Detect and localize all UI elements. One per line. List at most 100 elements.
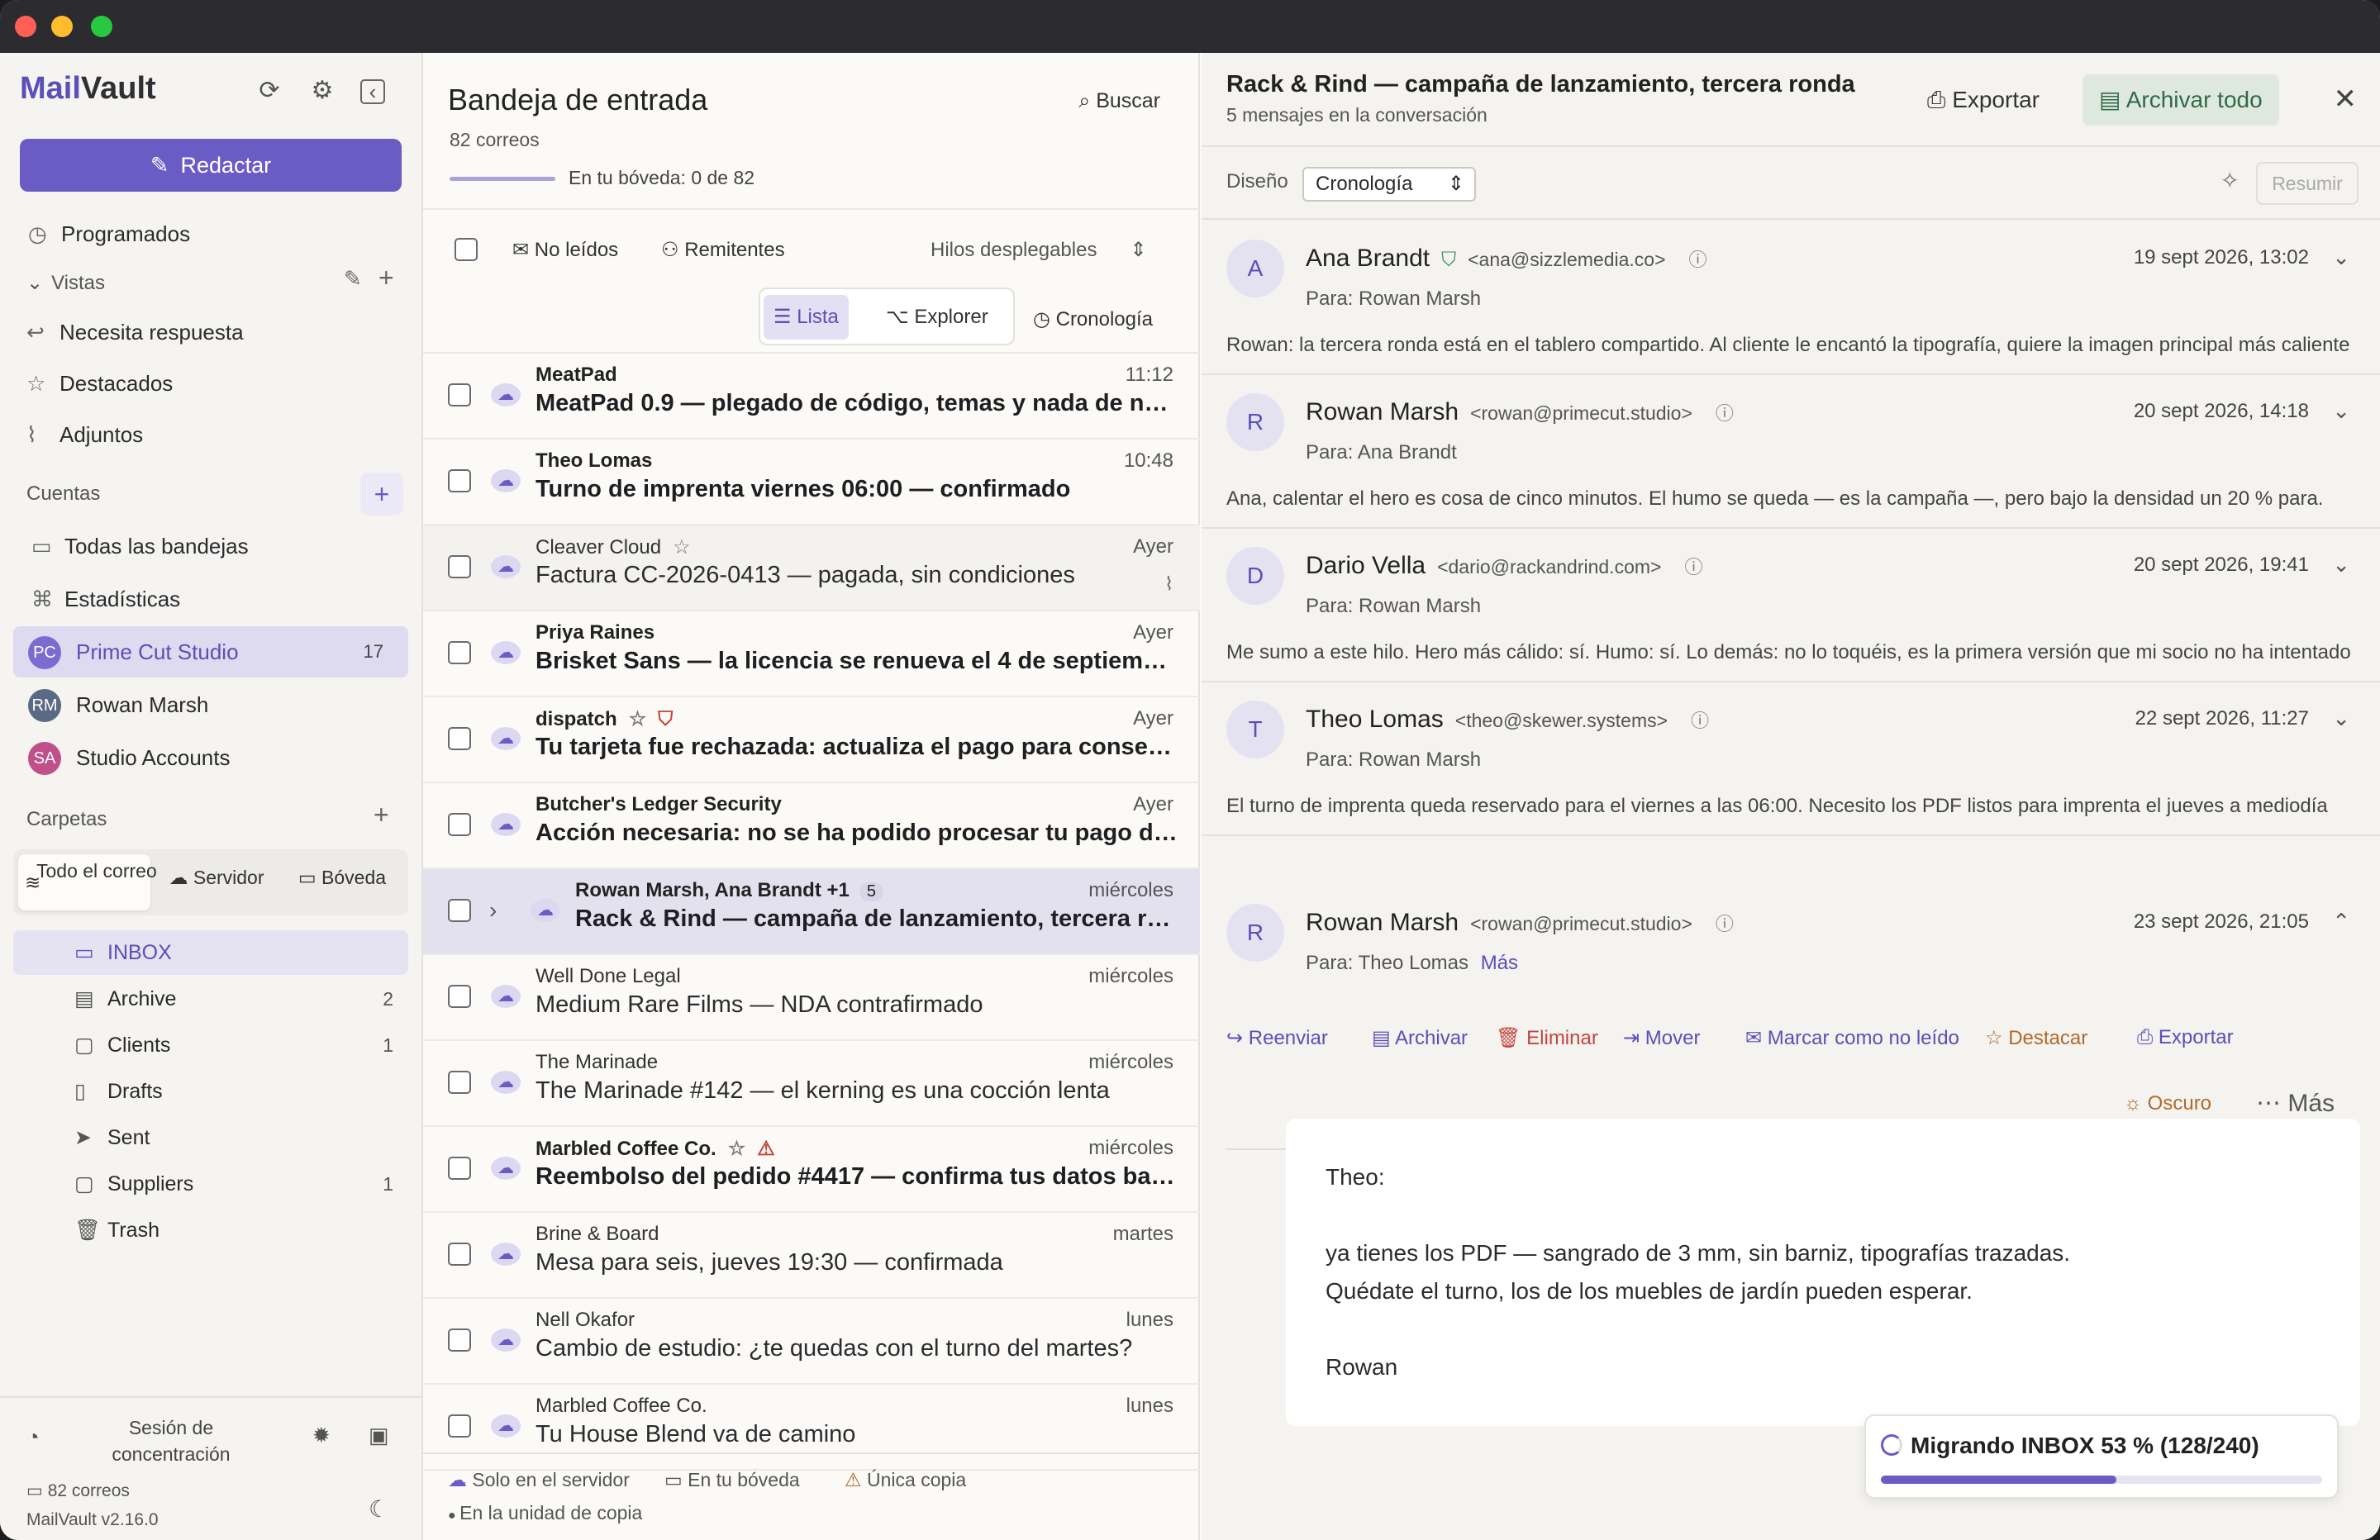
close-icon[interactable]: ✕ — [2334, 83, 2358, 116]
star-icon[interactable]: ☆ — [673, 536, 691, 558]
export-button[interactable]: ⎙ Exportar — [1911, 74, 2056, 126]
close-window-button[interactable] — [15, 16, 36, 37]
list-item[interactable]: ☁ Priya Raines Brisket Sans — la licencia … — [423, 611, 1200, 697]
add-account-button[interactable]: + — [360, 473, 403, 516]
list-item[interactable]: ☁ Butcher's Ledger Security Acción necesar… — [423, 783, 1200, 869]
star-icon[interactable]: ☆ — [629, 708, 647, 730]
thread-message[interactable]: T Theo Lomas <theo@skewer.systems> ⓘ Para: R… — [1202, 682, 2380, 836]
export-message-button[interactable]: ⎙ Exportar — [2137, 1026, 2234, 1049]
info-icon[interactable]: ⓘ — [1691, 711, 1709, 731]
tab-explorer[interactable]: ⌥ Explorer — [876, 295, 998, 340]
row-checkbox[interactable] — [448, 985, 471, 1008]
filter-server[interactable]: ☁ Servidor — [155, 854, 278, 910]
filter-unread[interactable]: ✉ No leídos — [512, 238, 618, 262]
row-checkbox[interactable] — [448, 899, 471, 922]
folder-trash[interactable]: 🗑 Trash — [13, 1208, 408, 1252]
add-view-icon[interactable]: + — [378, 263, 394, 293]
info-icon[interactable]: ⓘ — [1716, 914, 1734, 934]
folder-suppliers[interactable]: ▢ Suppliers 1 — [13, 1162, 408, 1206]
statistics[interactable]: ⌘ Estadísticas — [31, 577, 420, 621]
list-item[interactable]: ☁ Nell Okafor Cambio de estudio: ¿te queda… — [423, 1299, 1200, 1385]
row-checkbox[interactable] — [448, 1328, 471, 1352]
info-icon[interactable]: ⓘ — [1716, 403, 1734, 424]
list-item[interactable]: ☁ Brine & Board Mesa para seis, jueves 19:… — [423, 1213, 1200, 1299]
folder-inbox[interactable]: ▭ INBOX — [13, 930, 408, 975]
chevron-down-icon[interactable]: ⌄ — [2332, 706, 2350, 731]
info-icon[interactable]: ⓘ — [1689, 250, 1707, 270]
sync-icon[interactable]: ⟳ — [255, 76, 284, 106]
focus-session[interactable]: Sesión de concentración — [83, 1414, 259, 1467]
row-checkbox[interactable] — [448, 1243, 471, 1266]
gear-icon[interactable]: ⚙ — [307, 76, 337, 106]
folder-clients[interactable]: ▢ Clients 1 — [13, 1023, 408, 1067]
views-header[interactable]: ⌄ Vistas — [26, 271, 105, 295]
account-studio-accounts[interactable]: SA Studio Accounts — [13, 732, 408, 783]
star-icon[interactable]: ☆ — [728, 1138, 746, 1160]
forward-button[interactable]: ↪ Reenviar — [1226, 1026, 1328, 1050]
row-checkbox[interactable] — [448, 813, 471, 836]
threads-select[interactable]: Hilos desplegables ⇕ — [931, 238, 1147, 262]
row-checkbox[interactable] — [448, 727, 471, 750]
layout-select[interactable]: Cronología ⇕ — [1302, 167, 1476, 202]
list-item[interactable]: ☁ Marbled Coffee Co. ☆ ⚠ Reembolso del pedid… — [423, 1127, 1200, 1213]
dark-mode-button[interactable]: ☼ Oscuro — [2124, 1092, 2211, 1115]
zoom-window-button[interactable] — [91, 16, 112, 37]
more-button[interactable]: ⋯ Más — [2256, 1089, 2335, 1118]
tab-list[interactable]: ☰ Lista — [764, 295, 849, 340]
chevron-down-icon[interactable]: ⌄ — [2332, 245, 2350, 270]
account-rowan-marsh[interactable]: RM Rowan Marsh — [13, 679, 408, 730]
thread-message[interactable]: D Dario Vella <dario@rackandrind.com> ⓘ Para… — [1202, 529, 2380, 682]
folder-sent[interactable]: ➤ Sent — [13, 1115, 408, 1160]
filter-all-mail[interactable]: ≋ Todo el correo — [18, 854, 157, 910]
archive-button[interactable]: ▤ Archivar — [1372, 1026, 1468, 1050]
row-checkbox[interactable] — [448, 1071, 471, 1094]
summarize-button[interactable]: Resumir — [2256, 162, 2359, 205]
thread-message[interactable]: A Ana Brandt ⛉ <ana@sizzlemedia.co> ⓘ Para: R… — [1202, 221, 2380, 375]
filter-vault[interactable]: ▭ Bóveda — [283, 854, 402, 910]
chevron-up-icon[interactable]: ⌃ — [2332, 909, 2350, 934]
select-all-checkbox[interactable] — [455, 238, 478, 261]
all-inboxes[interactable]: ▭ Todas las bandejas — [31, 524, 420, 568]
sparkle-icon[interactable]: ✧ — [2221, 167, 2240, 194]
chevron-right-icon[interactable]: › — [489, 897, 497, 924]
filter-senders[interactable]: ⚇ Remitentes — [661, 238, 785, 262]
row-checkbox[interactable] — [448, 1414, 471, 1438]
move-button[interactable]: ⇥ Mover — [1623, 1026, 1700, 1050]
view-starred[interactable]: ☆ Destacados — [26, 361, 415, 406]
moon-icon[interactable]: ☾ — [369, 1495, 389, 1523]
list-item[interactable]: ☁ Theo Lomas Turno de imprenta viernes 06:… — [423, 440, 1200, 525]
folder-drafts[interactable]: ▯ Drafts — [13, 1069, 408, 1114]
archive-all-button[interactable]: ▤ Archivar todo — [2082, 74, 2279, 126]
list-item[interactable]: ☁ The Marinade The Marinade #142 — el kern… — [423, 1041, 1200, 1127]
row-checkbox[interactable] — [448, 555, 471, 578]
info-icon[interactable]: ⓘ — [1684, 557, 1702, 578]
row-checkbox[interactable] — [448, 469, 471, 492]
edit-views-icon[interactable]: ✎ — [344, 266, 362, 292]
add-folder-icon[interactable]: + — [374, 800, 389, 830]
star-button[interactable]: ☆ Destacar — [1985, 1026, 2087, 1050]
collapse-sidebar-icon[interactable]: ‹ — [360, 79, 385, 104]
mark-unread-button[interactable]: ✉ Marcar como no leído — [1745, 1026, 1959, 1050]
bug-icon[interactable]: ✹ — [312, 1423, 331, 1448]
delete-button[interactable]: 🗑 Eliminar — [1496, 1026, 1598, 1050]
list-item[interactable]: ☁ MeatPad MeatPad 0.9 — plegado de código,… — [423, 354, 1200, 440]
list-item[interactable]: ☁ dispatch ☆ ⛉ Tu tarjeta fue rechazada: act… — [423, 697, 1200, 783]
account-prime-cut-studio[interactable]: PC Prime Cut Studio 17 — [13, 626, 408, 677]
thread-message[interactable]: R Rowan Marsh <rowan@primecut.studio> ⓘ Para… — [1202, 375, 2380, 529]
list-item[interactable]: ☁ Cleaver Cloud ☆ Factura CC-2026-0413 — pa… — [423, 525, 1200, 611]
row-checkbox[interactable] — [448, 1157, 471, 1180]
list-item[interactable]: › ☁ Rowan Marsh, Ana Brandt +1 5 Rack & Rind… — [423, 869, 1200, 955]
search-button[interactable]: ⌕ Buscar — [1078, 89, 1160, 113]
timer-icon[interactable]: ◔ — [26, 1424, 40, 1450]
list-item[interactable]: ☁ Well Done Legal Medium Rare Films — NDA … — [423, 955, 1200, 1041]
chevron-down-icon[interactable]: ⌄ — [2332, 398, 2350, 424]
view-attachments[interactable]: ⌇ Adjuntos — [26, 412, 415, 457]
compose-button[interactable]: ✎ Redactar — [20, 139, 402, 192]
row-checkbox[interactable] — [448, 641, 471, 664]
row-checkbox[interactable] — [448, 383, 471, 406]
chevron-down-icon[interactable]: ⌄ — [2332, 552, 2350, 578]
view-needs-reply[interactable]: ↩ Necesita respuesta — [26, 310, 415, 354]
nav-scheduled[interactable]: ◷ Programados — [28, 212, 416, 256]
tab-timeline[interactable]: ◷ Cronología — [1033, 307, 1153, 331]
folder-archive[interactable]: ▤ Archive 2 — [13, 977, 408, 1021]
